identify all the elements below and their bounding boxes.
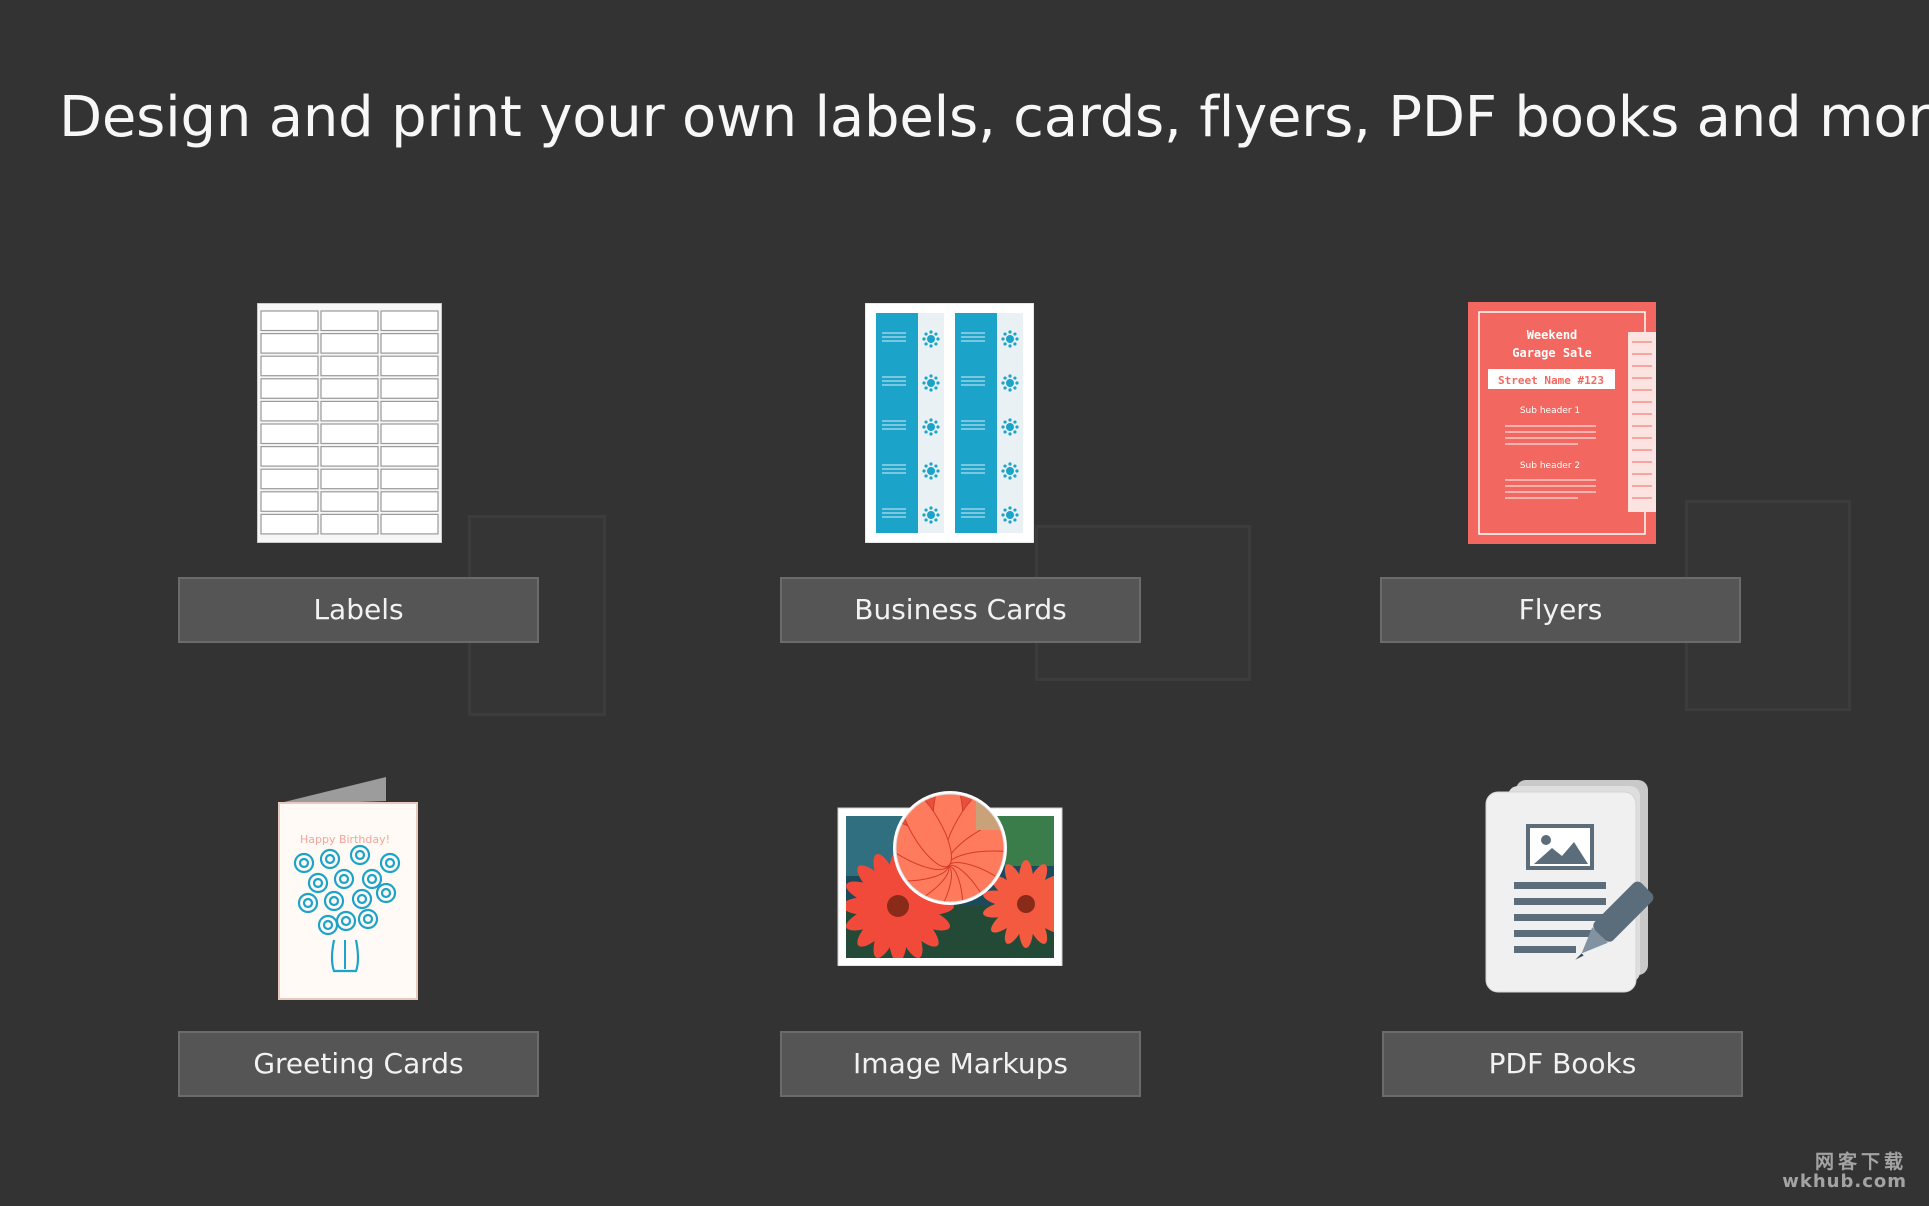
- business-card-sheet-icon[interactable]: [864, 302, 1035, 544]
- watermark-en: wkhub.com: [1782, 1171, 1907, 1192]
- watermark: 网客下载 wkhub.com: [1782, 1152, 1907, 1192]
- greeting-card-icon[interactable]: Happy Birthday!: [278, 775, 418, 1000]
- image-markup-icon[interactable]: [836, 786, 1064, 967]
- page-title: Design and print your own labels, cards,…: [59, 85, 1929, 150]
- label-sheet-icon[interactable]: [256, 302, 443, 544]
- business-cards-button[interactable]: Business Cards: [780, 577, 1141, 643]
- greeting-cards-button[interactable]: Greeting Cards: [178, 1031, 539, 1097]
- image-markups-button[interactable]: Image Markups: [780, 1031, 1141, 1097]
- greeting-card-text: Happy Birthday!: [300, 833, 390, 846]
- flyer-banner: Street Name #123: [1498, 374, 1604, 387]
- flyers-button[interactable]: Flyers: [1380, 577, 1741, 643]
- watermark-cn: 网客下载: [1814, 1151, 1907, 1173]
- flyer-title-line1: Weekend: [1527, 328, 1578, 342]
- flyer-subheader-1: Sub header 1: [1520, 406, 1580, 416]
- flyer-subheader-2: Sub header 2: [1520, 461, 1580, 471]
- pdf-books-button[interactable]: PDF Books: [1382, 1031, 1743, 1097]
- flyer-title-line2: Garage Sale: [1512, 346, 1591, 360]
- flyer-icon[interactable]: Weekend Garage Sale Street Name #123 Sub…: [1468, 302, 1656, 544]
- labels-button[interactable]: Labels: [178, 577, 539, 643]
- pdf-book-icon[interactable]: [1484, 780, 1674, 995]
